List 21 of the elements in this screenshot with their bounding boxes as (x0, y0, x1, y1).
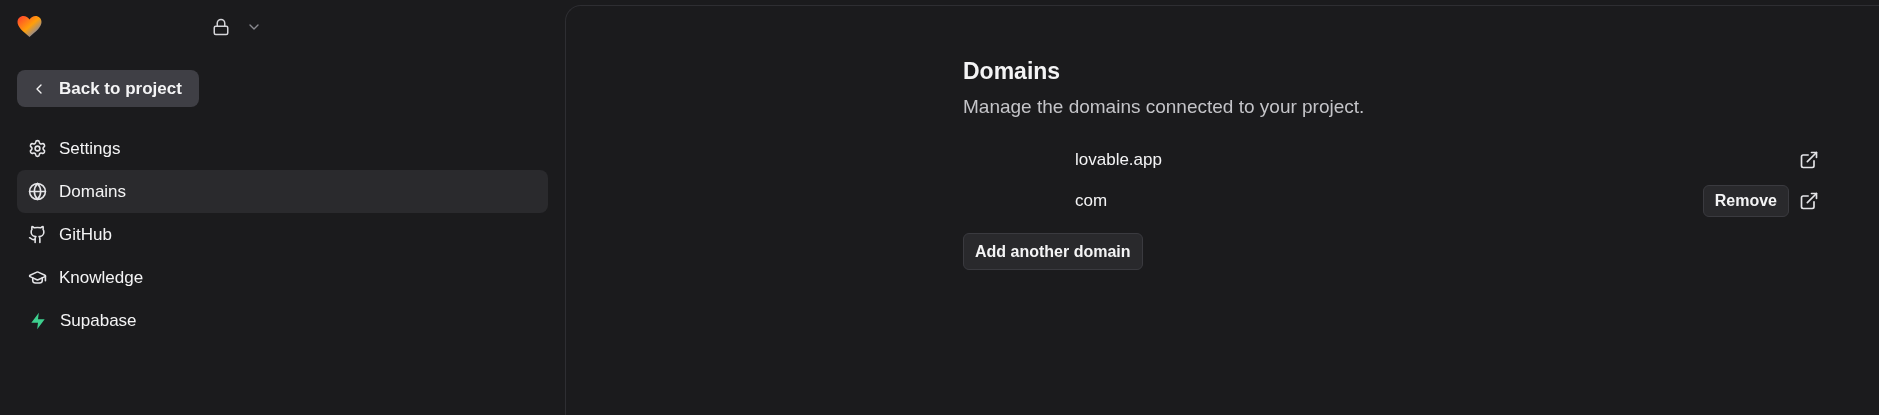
sidebar-item[interactable]: Knowledge (17, 256, 548, 299)
external-link-icon[interactable] (1799, 190, 1819, 211)
external-link-icon[interactable] (1799, 149, 1819, 170)
sidebar-item[interactable]: Domains (17, 170, 548, 213)
heart-logo-icon[interactable] (17, 16, 42, 38)
domain-name: lovable.app (1074, 148, 1162, 171)
add-domain-button[interactable]: Add another domain (963, 233, 1143, 270)
page-subtitle: Manage the domains connected to your project. (963, 94, 1366, 119)
settings-icon (28, 139, 47, 158)
sidebar-item[interactable]: Settings (17, 127, 548, 170)
back-button[interactable]: Back to project (17, 70, 199, 107)
domain-name: com (1074, 189, 1108, 212)
lock-icon[interactable] (212, 18, 230, 36)
sidebar-item[interactable]: GitHub (17, 213, 548, 256)
sidebar-item[interactable]: Supabase (17, 299, 548, 342)
github-icon (28, 225, 47, 244)
graduation-cap-icon (28, 268, 47, 287)
page-title: Domains (963, 57, 1062, 86)
lightning-bolt-icon (28, 310, 48, 331)
remove-button[interactable]: Remove (1702, 184, 1789, 217)
globe-icon (28, 182, 47, 201)
